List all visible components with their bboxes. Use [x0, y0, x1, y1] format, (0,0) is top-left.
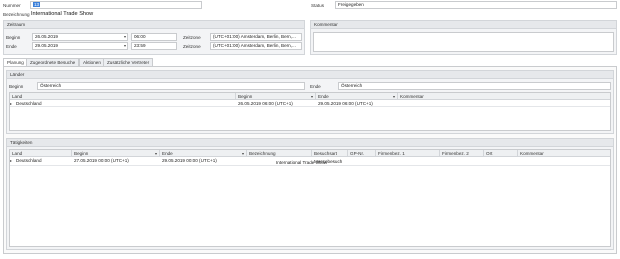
cell-gp-nr — [348, 157, 376, 164]
cell-ort — [484, 157, 518, 164]
column-header-ort[interactable]: Ort — [484, 150, 518, 157]
cell-land: Deutschland — [16, 101, 42, 106]
chevron-down-icon[interactable]: ▾ — [124, 34, 126, 40]
cell-ende: 29.05.2019 06:00 (UTC+1) — [318, 101, 373, 106]
laender-header: Länder — [7, 71, 613, 79]
ende-date-value: 29.05.2019 — [35, 43, 58, 48]
table-row[interactable]: ▸ Deutschland 27.05.2019 00:00 (UTC+1) 2… — [10, 157, 610, 166]
column-header-ende[interactable]: Ende — [160, 150, 247, 157]
laender-beginn-select[interactable]: Österreich — [37, 82, 305, 90]
tab-aktionen[interactable]: Aktionen — [79, 58, 105, 66]
laender-ende-value: Österreich — [341, 83, 363, 88]
kommentar-header: Kommentar — [311, 21, 616, 29]
cell-beginn: 27.05.2019 00:00 (UTC+1) — [74, 158, 129, 163]
cell-ende: 29.05.2019 00:00 (UTC+1) — [162, 158, 217, 163]
cell-beginn: 26.05.2019 06:00 (UTC+1) — [238, 101, 293, 106]
tab-zugeordnete-besuche[interactable]: Zugeordnete Besuche — [26, 58, 80, 66]
ende-time-value: 23:59 — [134, 43, 146, 48]
status-label: Status — [311, 3, 325, 8]
zeitzone-label-2: Zeitzone — [183, 44, 201, 49]
laender-table: Land Beginn ▾ Ende ▾ Kommentar ▸ Deutsch… — [9, 92, 611, 131]
column-header-land[interactable]: Land — [10, 150, 72, 157]
table-row[interactable]: ▸ Deutschland 26.05.2019 06:00 (UTC+1) 2… — [10, 100, 610, 107]
cell-kommentar — [518, 157, 610, 164]
bezeichnung-value[interactable]: International Trade Show — [31, 11, 93, 17]
taetigkeiten-header: Tätigkeiten — [7, 139, 613, 147]
cell-land: Deutschland — [16, 158, 42, 163]
zeitraum-header: Zeitraum — [4, 21, 304, 29]
column-header-bezeichnung[interactable]: Bezeichnung — [247, 150, 312, 157]
laender-beginn-label: Beginn — [9, 84, 24, 89]
column-header-besuchsart[interactable]: Besuchsart — [312, 150, 348, 157]
column-header-beginn[interactable]: Beginn — [236, 93, 316, 100]
column-header-firmenbez-1[interactable]: Firmenbez. 1 — [376, 150, 440, 157]
nummer-label: Nummer — [3, 3, 21, 8]
nummer-value: 13 — [33, 2, 41, 7]
row-indicator-icon: ▸ — [10, 101, 13, 106]
taetigkeiten-table: Land Beginn ▾ Ende ▾ Bezeichnung Besuchs… — [9, 149, 611, 247]
laender-ende-select[interactable]: Österreich — [338, 82, 611, 90]
chevron-down-icon[interactable]: ▾ — [124, 43, 126, 49]
row-indicator-icon: ▸ — [10, 158, 13, 163]
sort-down-icon[interactable]: ▾ — [242, 151, 244, 156]
column-header-land[interactable]: Land — [10, 93, 236, 100]
cell-firmenbez-1 — [376, 157, 440, 164]
sort-down-icon[interactable]: ▾ — [311, 94, 313, 99]
status-field[interactable]: Freigegeben — [335, 1, 617, 9]
column-header-beginn[interactable]: Beginn — [72, 150, 160, 157]
kommentar-textarea[interactable] — [313, 32, 614, 52]
laender-beginn-value: Österreich — [40, 83, 62, 88]
ende-label: Ende — [6, 44, 17, 49]
cell-besuchsart: Messebesuch — [314, 159, 343, 164]
cell-kommentar — [398, 100, 610, 107]
bezeichnung-label: Bezeichnung — [3, 12, 30, 17]
column-header-gp-nr[interactable]: GP-Nr. — [348, 150, 376, 157]
zeitzone-select-1[interactable]: (UTC+01:00) Amsterdam, Berlin, Bern,... — [210, 33, 302, 41]
beginn-label: Beginn — [6, 35, 21, 40]
sort-down-icon[interactable]: ▾ — [393, 94, 395, 99]
column-header-kommentar[interactable]: Kommentar — [398, 93, 610, 100]
beginn-date-picker[interactable]: 26.05.2019 ▾ — [32, 33, 128, 41]
status-value: Freigegeben — [338, 2, 364, 7]
ende-time-field[interactable]: 23:59 — [131, 42, 177, 50]
column-header-ende[interactable]: Ende — [316, 93, 398, 100]
zeitzone-value-1: (UTC+01:00) Amsterdam, Berlin, Bern,... — [213, 34, 296, 39]
beginn-time-value: 06:00 — [134, 34, 146, 39]
cell-firmenbez-2 — [440, 157, 484, 164]
ende-date-picker[interactable]: 29.05.2019 ▾ — [32, 42, 128, 50]
laender-ende-label: Ende — [310, 84, 321, 89]
zeitzone-select-2[interactable]: (UTC+01:00) Amsterdam, Berlin, Bern,... — [210, 42, 302, 50]
nummer-field[interactable]: 13 — [30, 1, 202, 9]
zeitzone-label-1: Zeitzone — [183, 35, 201, 40]
column-header-kommentar[interactable]: Kommentar — [518, 150, 610, 157]
sort-down-icon[interactable]: ▾ — [155, 151, 157, 156]
zeitzone-value-2: (UTC+01:00) Amsterdam, Berlin, Bern,... — [213, 43, 296, 48]
tab-zusaetzliche-vertreter[interactable]: Zusätzliche Vertreter — [103, 58, 154, 66]
column-header-firmenbez-2[interactable]: Firmenbez. 2 — [440, 150, 484, 157]
beginn-time-field[interactable]: 06:00 — [131, 33, 177, 41]
beginn-date-value: 26.05.2019 — [35, 34, 58, 39]
